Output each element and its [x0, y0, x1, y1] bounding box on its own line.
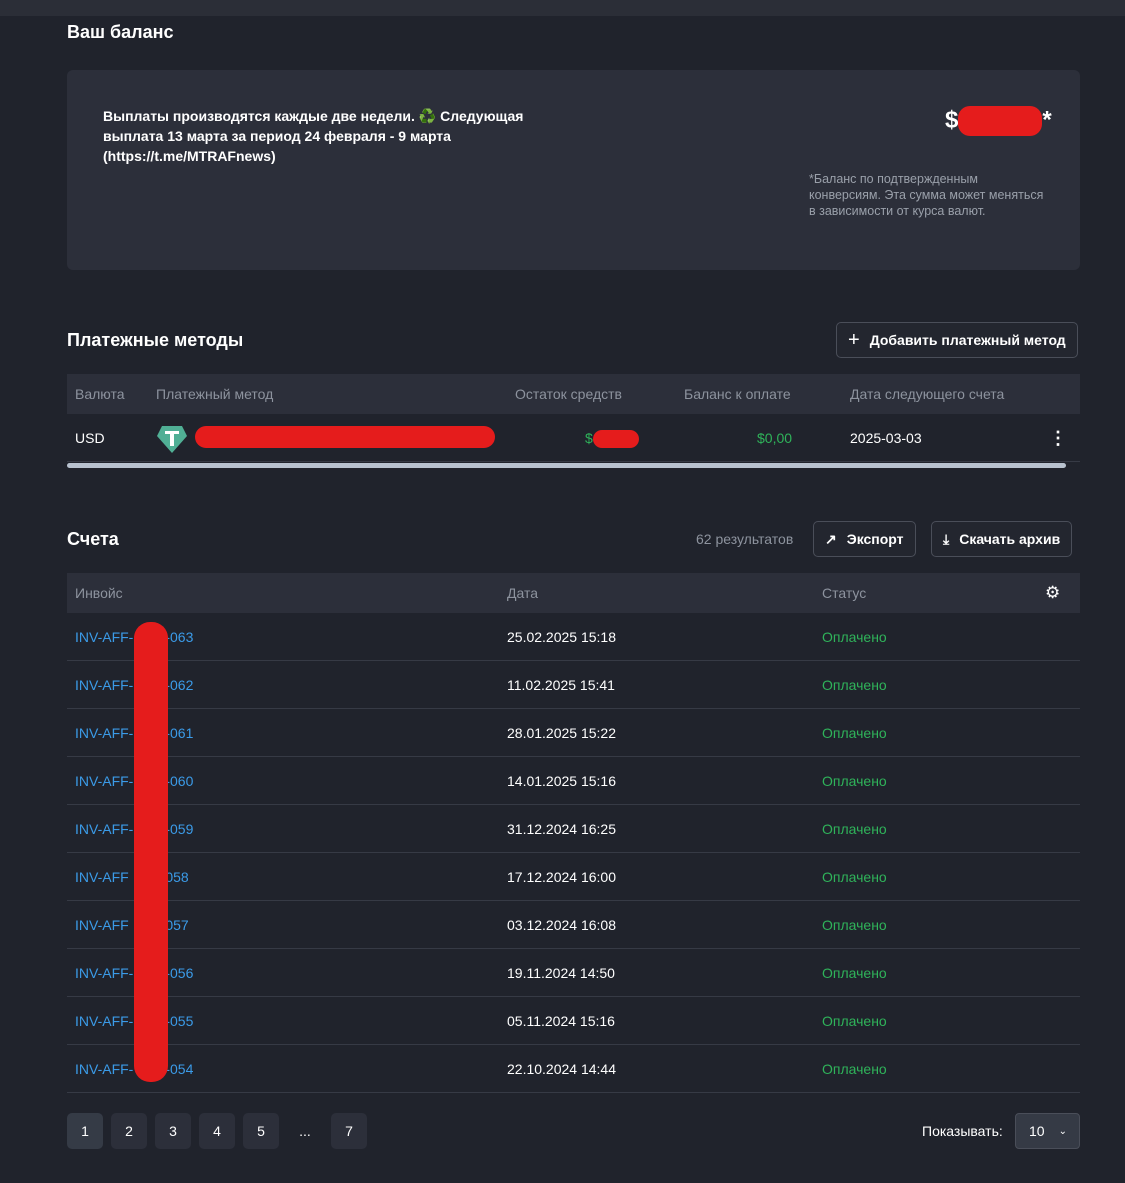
- add-payment-method-button[interactable]: + Добавить платежный метод: [836, 322, 1078, 358]
- table-row: INV-AFF- -056 19.11.2024 14:50 Оплачено: [67, 949, 1080, 997]
- balance-card: Выплаты производятся каждые две недели. …: [67, 70, 1080, 270]
- invoice-date: 19.11.2024 14:50: [507, 965, 615, 981]
- invoice-date: 05.11.2024 15:16: [507, 1013, 615, 1029]
- status-badge: Оплачено: [822, 1013, 887, 1029]
- status-badge: Оплачено: [822, 869, 887, 885]
- plus-icon: +: [848, 328, 860, 351]
- status-badge: Оплачено: [822, 677, 887, 693]
- status-badge: Оплачено: [822, 1061, 887, 1077]
- invoice-date: 14.01.2025 15:16: [507, 773, 616, 789]
- invoice-date: 25.02.2025 15:18: [507, 629, 616, 645]
- status-badge: Оплачено: [822, 917, 887, 933]
- payment-methods-header: Валюта Платежный метод Остаток средств Б…: [67, 374, 1080, 414]
- pagination-ellipsis: ...: [299, 1123, 311, 1139]
- download-icon: ⤓: [943, 530, 950, 547]
- table-row: INV-AFF- -059 31.12.2024 16:25 Оплачено: [67, 805, 1080, 853]
- invoice-date: 22.10.2024 14:44: [507, 1061, 616, 1077]
- balance-title: Ваш баланс: [67, 22, 174, 42]
- invoice-date: 28.01.2025 15:22: [507, 725, 616, 741]
- table-row: INV-AFF -057 03.12.2024 16:08 Оплачено: [67, 901, 1080, 949]
- invoice-link[interactable]: INV-AFF -057: [75, 901, 189, 949]
- table-row: INV-AFF- -062 11.02.2025 15:41 Оплачено: [67, 661, 1080, 709]
- page-button-2[interactable]: 2: [111, 1113, 147, 1149]
- page-button-5[interactable]: 5: [243, 1113, 279, 1149]
- chevron-down-icon: ⌄: [1058, 1125, 1067, 1137]
- invoices-title: Счета: [67, 529, 119, 549]
- next-invoice-date: 2025-03-03: [850, 430, 922, 446]
- page-size-label: Показывать:: [922, 1123, 1003, 1139]
- download-archive-button[interactable]: ⤓ Скачать архив: [931, 521, 1073, 557]
- table-row: INV-AFF- -055 05.11.2024 15:16 Оплачено: [67, 997, 1080, 1045]
- balance-amount: $ *: [945, 106, 1052, 136]
- balance-due: $0,00: [757, 430, 793, 446]
- status-badge: Оплачено: [822, 965, 887, 981]
- status-badge: Оплачено: [822, 773, 887, 789]
- table-row: INV-AFF -058 17.12.2024 16:00 Оплачено: [67, 853, 1080, 901]
- payout-notice: Выплаты производятся каждые две недели. …: [103, 108, 524, 164]
- redaction: [958, 106, 1043, 136]
- balance-footnote: *Баланс по подтвержденным конверсиям. Эт…: [809, 172, 1044, 218]
- horizontal-scrollbar[interactable]: [67, 463, 1066, 468]
- invoice-date: 17.12.2024 16:00: [507, 869, 616, 885]
- payment-method-row: USD $ $0,00 2025-03-03 ⋮: [67, 414, 1080, 462]
- page-size-select[interactable]: 10 ⌄: [1015, 1113, 1080, 1149]
- table-row: INV-AFF- -060 14.01.2025 15:16 Оплачено: [67, 757, 1080, 805]
- page-button-3[interactable]: 3: [155, 1113, 191, 1149]
- page-button-7[interactable]: 7: [331, 1113, 367, 1149]
- tether-icon: [156, 424, 188, 454]
- redaction: [134, 622, 168, 1082]
- page-button-1[interactable]: 1: [67, 1113, 103, 1149]
- table-row: INV-AFF- -063 25.02.2025 15:18 Оплачено: [67, 613, 1080, 661]
- status-badge: Оплачено: [822, 725, 887, 741]
- top-bar: [0, 0, 1125, 16]
- payment-methods-title: Платежные методы: [67, 330, 244, 350]
- more-options-icon[interactable]: ⋮: [1049, 414, 1067, 462]
- results-count: 62 результатов: [696, 531, 794, 547]
- status-badge: Оплачено: [822, 821, 887, 837]
- status-badge: Оплачено: [822, 629, 887, 645]
- invoice-date: 11.02.2025 15:41: [507, 677, 615, 693]
- redaction: [593, 430, 639, 448]
- remaining-funds: $: [585, 430, 593, 446]
- settings-gear-icon[interactable]: ⚙: [1045, 573, 1060, 613]
- invoice-date: 03.12.2024 16:08: [507, 917, 616, 933]
- page-button-4[interactable]: 4: [199, 1113, 235, 1149]
- invoice-link[interactable]: INV-AFF -058: [75, 853, 189, 901]
- export-button[interactable]: ↗ Экспорт: [813, 521, 916, 557]
- invoice-date: 31.12.2024 16:25: [507, 821, 616, 837]
- arrow-up-right-icon: ↗: [825, 530, 837, 547]
- table-row: INV-AFF- -061 28.01.2025 15:22 Оплачено: [67, 709, 1080, 757]
- table-row: INV-AFF- -054 22.10.2024 14:44 Оплачено: [67, 1045, 1080, 1093]
- invoices-header: Инвойс Дата Статус ⚙: [67, 573, 1080, 613]
- redaction: [195, 426, 495, 448]
